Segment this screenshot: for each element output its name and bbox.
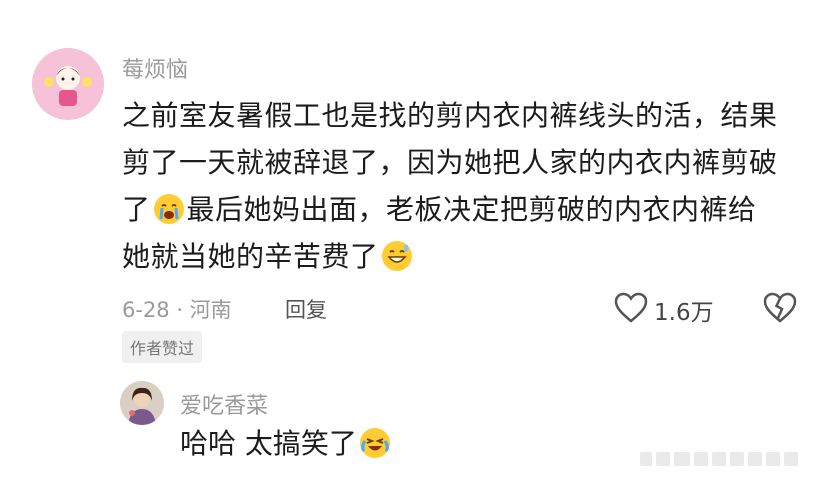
- comment-line: 她就当她的辛苦费了: [122, 233, 812, 280]
- dislike-button[interactable]: [763, 292, 797, 324]
- watermark-graphic: [640, 452, 798, 466]
- comment-line: 剪了一天就被辞退了，因为她把人家的内衣内裤剪破: [122, 146, 778, 179]
- reply-username[interactable]: 爱吃香菜: [180, 388, 268, 420]
- grin-sweat-emoji-icon: [381, 241, 412, 271]
- comment-line: 了 最后她妈出面，老板决定把剪破的内衣内裤给: [122, 186, 812, 233]
- author-liked-badge: 作者赞过: [122, 331, 203, 363]
- avatar[interactable]: [32, 48, 104, 120]
- comment-meta: 6-28 · 河南: [122, 298, 232, 322]
- comment-text-fragment: 了: [122, 193, 151, 226]
- comment-username[interactable]: 莓烦恼: [122, 52, 188, 84]
- watermark: [640, 446, 810, 472]
- comment-text-fragment: 她就当她的辛苦费了: [122, 240, 379, 273]
- comment-line: 之前室友暑假工也是找的剪内衣内裤线头的活，结果: [122, 99, 778, 132]
- reply-avatar[interactable]: [120, 381, 164, 425]
- comment-text: 之前室友暑假工也是找的剪内衣内裤线头的活，结果 剪了一天就被辞退了，因为她把人家…: [122, 92, 812, 280]
- reply-text-fragment: 哈哈 太搞笑了: [180, 427, 357, 460]
- heart-icon: [614, 292, 648, 323]
- crying-emoji-icon: [153, 194, 184, 224]
- like-button[interactable]: 1.6万: [614, 290, 734, 326]
- laugh-cry-emoji-icon: [359, 428, 390, 458]
- dislike-icon: [763, 292, 797, 323]
- comment-text-fragment: 最后她妈出面，老板决定把剪破的内衣内裤给: [186, 193, 757, 226]
- avatar-illustration: [32, 48, 104, 120]
- reply-button[interactable]: 回复: [285, 294, 327, 324]
- reply-text: 哈哈 太搞笑了: [180, 424, 393, 464]
- like-count: 1.6万: [654, 300, 714, 326]
- reply-avatar-illustration: [120, 381, 164, 425]
